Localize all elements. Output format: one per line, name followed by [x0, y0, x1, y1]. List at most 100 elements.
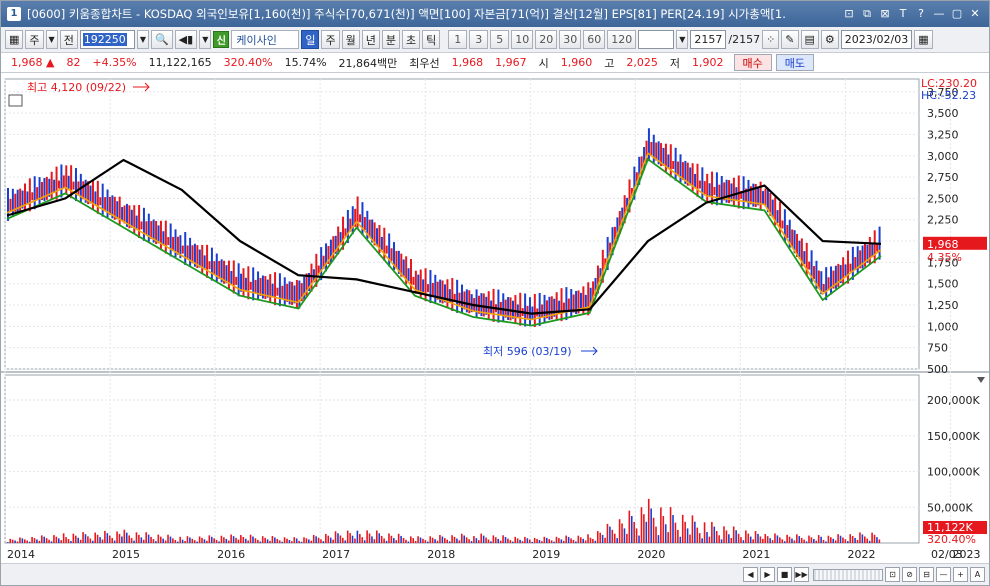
chevron-down-icon[interactable]: ▼	[45, 30, 58, 49]
volume-bar	[817, 535, 820, 543]
period-second[interactable]: 초	[401, 30, 421, 49]
volume-bar	[839, 535, 842, 543]
candle	[325, 243, 328, 272]
custom-interval-input[interactable]	[638, 30, 675, 49]
volume-bar	[647, 498, 650, 543]
stock-name[interactable]: 케이사인	[231, 30, 300, 49]
price-volume-chart[interactable]: 5007501,0001,2501,5001,7502,0002,2502,50…	[1, 73, 989, 563]
volume-bar	[223, 537, 225, 543]
volume-bar	[26, 540, 29, 543]
volume-bar	[779, 537, 781, 543]
volume-bar	[346, 530, 349, 543]
scroll-left-icon[interactable]: ◀	[743, 567, 758, 582]
scope-select[interactable]: 전	[59, 30, 78, 49]
candle	[460, 284, 463, 313]
candle	[669, 144, 672, 178]
chart-scroll-handle[interactable]	[813, 568, 883, 581]
help-icon[interactable]: ?	[913, 6, 929, 22]
price-tick-label: 750	[927, 342, 948, 355]
save-icon[interactable]: ▤	[800, 30, 819, 49]
chevron-down-icon[interactable]: ▼	[199, 30, 212, 49]
candle	[162, 231, 165, 245]
restore-icon[interactable]: ⊘	[902, 567, 917, 582]
interval-120[interactable]: 120	[607, 30, 637, 49]
volume-bar	[414, 541, 417, 543]
search-icon[interactable]: 🔍	[150, 30, 173, 49]
volume-bar	[664, 524, 667, 543]
volume-bar	[764, 534, 767, 543]
volume-bar	[181, 539, 184, 543]
period-year[interactable]: 년	[361, 30, 380, 49]
period-day[interactable]: 일	[301, 30, 320, 49]
candle	[703, 181, 706, 195]
volume-bar	[332, 539, 334, 543]
zoom-mode-icon[interactable]: A	[970, 567, 985, 582]
candle	[808, 261, 811, 270]
table-icon[interactable]: ▦	[5, 30, 24, 49]
gear-icon[interactable]: ⚙	[820, 30, 839, 49]
period-week[interactable]: 주	[321, 30, 340, 49]
calendar-icon[interactable]: ▦	[914, 30, 933, 49]
speaker-icon[interactable]: ◀▮	[174, 30, 198, 49]
layout-icon[interactable]: ⊡	[841, 6, 857, 22]
candle	[538, 292, 541, 326]
candle	[57, 180, 60, 189]
volume-bar	[769, 538, 771, 543]
volume-tick-label: 200,000K	[927, 394, 980, 407]
candle	[99, 197, 102, 206]
volume-bar	[822, 539, 825, 543]
candle	[451, 278, 454, 312]
interval-30[interactable]: 30	[559, 30, 582, 49]
candle	[77, 181, 80, 195]
candle	[104, 197, 107, 211]
link-icon[interactable]: ⁘	[762, 30, 780, 49]
candle	[458, 292, 461, 306]
close-button[interactable]: ✕	[967, 6, 983, 22]
period-minute[interactable]: 분	[381, 30, 400, 49]
stock-code-input[interactable]: 192250	[79, 30, 135, 49]
volume-bar	[310, 540, 313, 543]
market-select[interactable]: 주	[25, 30, 44, 49]
volume-bar	[380, 535, 383, 543]
sell-button[interactable]: 매도	[775, 54, 815, 71]
period-tick[interactable]: 틱	[422, 30, 441, 49]
zoom-in-icon[interactable]: +	[953, 567, 968, 582]
volume-bar	[371, 536, 373, 543]
volume-bar	[325, 533, 327, 543]
maximize-button[interactable]: ▢	[949, 6, 965, 22]
volume-bar	[283, 537, 286, 543]
interval-20[interactable]: 20	[535, 30, 558, 49]
chart-area[interactable]: 5007501,0001,2501,5001,7502,0002,2502,50…	[1, 73, 989, 563]
play-icon[interactable]: ▶	[760, 567, 775, 582]
buy-button[interactable]: 매수	[733, 54, 772, 71]
chevron-down-icon[interactable]: ▼	[676, 30, 689, 49]
volume-bar	[99, 537, 101, 543]
period-month[interactable]: 월	[341, 30, 360, 49]
font-icon[interactable]: T	[895, 6, 911, 22]
candle	[762, 191, 765, 205]
fit-icon[interactable]: ⊟	[919, 567, 934, 582]
zoom-icon[interactable]: ⊡	[885, 567, 900, 582]
draw-icon[interactable]: ✎	[781, 30, 799, 49]
volume-bar	[356, 530, 359, 543]
zoom-out-icon[interactable]: —	[936, 567, 951, 582]
fast-forward-icon[interactable]: ▶▶	[794, 567, 809, 582]
data-count-input[interactable]: 2157	[690, 30, 727, 49]
interval-60[interactable]: 60	[583, 30, 606, 49]
candle	[247, 266, 250, 300]
interval-5[interactable]: 5	[490, 30, 510, 49]
date-input[interactable]: 2023/02/03	[840, 30, 913, 49]
stop-icon[interactable]: ■	[777, 567, 792, 582]
grid-icon[interactable]: ⊠	[877, 6, 893, 22]
volume-bar	[465, 537, 468, 543]
candle	[135, 215, 138, 229]
interval-10[interactable]: 10	[511, 30, 534, 49]
interval-1[interactable]: 1	[448, 30, 468, 49]
volume-bar	[689, 534, 691, 543]
volume-bar	[174, 540, 177, 543]
interval-3[interactable]: 3	[469, 30, 489, 49]
chevron-down-icon[interactable]: ▼	[136, 30, 149, 49]
candle	[565, 287, 568, 321]
tile-icon[interactable]: ⧉	[859, 6, 875, 22]
minimize-button[interactable]: —	[931, 6, 947, 22]
